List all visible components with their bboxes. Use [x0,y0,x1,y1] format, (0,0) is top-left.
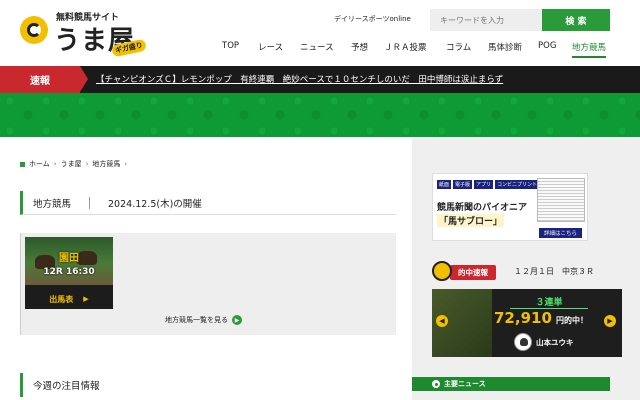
ad-detail-button[interactable]: 詳細はこちら [539,228,583,238]
race-venue: 園田 [59,253,79,264]
chevron-right-icon: › [124,160,128,168]
hit-bet-type: ３連単 [510,295,588,309]
ad-subtitle: 「馬サブロー」 [437,214,505,227]
heading-divider [89,196,91,209]
section-heading-local-racing: 地方競馬 2024.12.5(木)の開催 [20,191,396,215]
main-news-header: 主要ニュース [412,377,640,391]
breadcrumb-home[interactable]: ホーム [29,159,50,169]
section-heading-label: 今週の注目情報 [33,381,100,392]
hit-report-card[interactable]: ◀ ３連単 72,910 円的中！ 山本ユウキ ▶ [432,289,622,357]
carousel-next-icon[interactable]: ▶ [604,315,616,327]
partner-link[interactable]: デイリースポーツonline [334,14,411,24]
section-heading-date: 2024.12.5(木)の開催 [108,198,202,210]
search-input[interactable] [430,9,542,31]
ad-title: 競馬新聞のパイオニア [437,203,528,213]
nav-item-news[interactable]: ニュース [300,41,334,53]
play-circle-icon: ▶ [232,315,242,325]
nav-item-pog[interactable]: POG [538,41,556,51]
home-square-icon [20,161,25,167]
decorative-green-band [0,93,640,137]
logo-mark-icon [432,261,452,281]
race-entries-label: 出馬表 [49,294,74,304]
eye-icon [432,380,440,388]
hit-report-date: １２月１日 中京３Ｒ [514,267,594,276]
list-link-label: 地方競馬一覧を見る [165,316,228,324]
main-nav: TOP レース ニュース 予想 ＪＲＡ投票 コラム 馬体診断 POG 地方競馬 [0,38,640,60]
race-number-time: 12R 16:30 [43,267,95,277]
umasaburo-ad-banner[interactable]: 紙面 電子版 アプリ コンビニプリント 競馬新聞のパイオニア 「馬サブロー」 詳… [432,173,588,241]
breadcrumb-local-racing[interactable]: 地方競馬 [92,159,120,169]
play-arrow-icon: ▶ [83,295,89,303]
hit-payout-unit: 円的中！ [556,316,588,325]
breaking-label: 速報 [0,66,80,93]
race-card-container: 園田 12R 16:30 出馬表 ▶ 地方競馬一覧を見る ▶ [20,233,396,335]
newspaper-image [537,178,585,222]
ad-tag: 紙面 [437,180,452,189]
chevron-right-icon: › [53,160,57,168]
nav-item-column[interactable]: コラム [446,41,471,53]
nav-item-top[interactable]: TOP [222,41,239,51]
nav-item-jra-vote[interactable]: ＪＲＡ投票 [384,41,427,53]
carousel-prev-icon[interactable]: ◀ [436,315,448,327]
nav-item-prediction[interactable]: 予想 [351,41,368,53]
section-heading-featured: 今週の注目情報 [20,373,396,397]
site-header: 無料競馬サイト うま屋 ギガ盛り デイリースポーツonline 検 索 TOP … [0,0,640,64]
nav-item-local-racing[interactable]: 地方競馬 [572,41,607,58]
breaking-news-bar: 速報 【チャンピオンズＣ】レモンポップ 有終連覇 絶妙ペースで１０センチしのいだ… [0,66,640,93]
nav-item-body-check[interactable]: 馬体診断 [488,41,522,53]
hit-tipster-name: 山本ユウキ [536,338,574,347]
main-news-bar: 主要ニュース [412,377,610,391]
section-heading-label: 地方競馬 [33,198,72,210]
main-content: ホーム › うま屋 › 地方競馬 › 地方競馬 2024.12.5(木)の開催 … [0,137,412,400]
breaking-headline-link[interactable]: 【チャンピオンズＣ】レモンポップ 有終連覇 絶妙ペースで１０センチしのいだ 田中… [96,73,503,85]
race-entries-button[interactable]: 出馬表 ▶ [25,289,113,309]
hit-report-label: 的中速報 [450,265,496,280]
search-button[interactable]: 検 索 [542,9,610,31]
race-card[interactable]: 園田 12R 16:30 出馬表 ▶ [25,237,113,309]
hit-payout: 72,910 [494,309,552,327]
breadcrumb: ホーム › うま屋 › 地方競馬 › [20,159,127,169]
ad-tag: アプリ [474,180,494,189]
breadcrumb-umaya[interactable]: うま屋 [61,159,82,169]
chevron-right-icon: › [85,160,89,168]
ad-tag: 電子版 [453,180,473,189]
local-racing-list-link[interactable]: 地方競馬一覧を見る ▶ [165,315,242,325]
ad-tag: コンビニプリント [495,180,540,189]
sidebar: 紙面 電子版 アプリ コンビニプリント 競馬新聞のパイオニア 「馬サブロー」 詳… [412,137,640,400]
main-news-label: 主要ニュース [444,380,486,388]
hit-report-header: 的中速報 １２月１日 中京３Ｒ [432,261,620,283]
breaking-arrow-shape [80,66,88,92]
avatar [514,333,532,351]
ad-tags: 紙面 電子版 アプリ コンビニプリント [437,180,540,189]
nav-item-race[interactable]: レース [258,41,283,53]
